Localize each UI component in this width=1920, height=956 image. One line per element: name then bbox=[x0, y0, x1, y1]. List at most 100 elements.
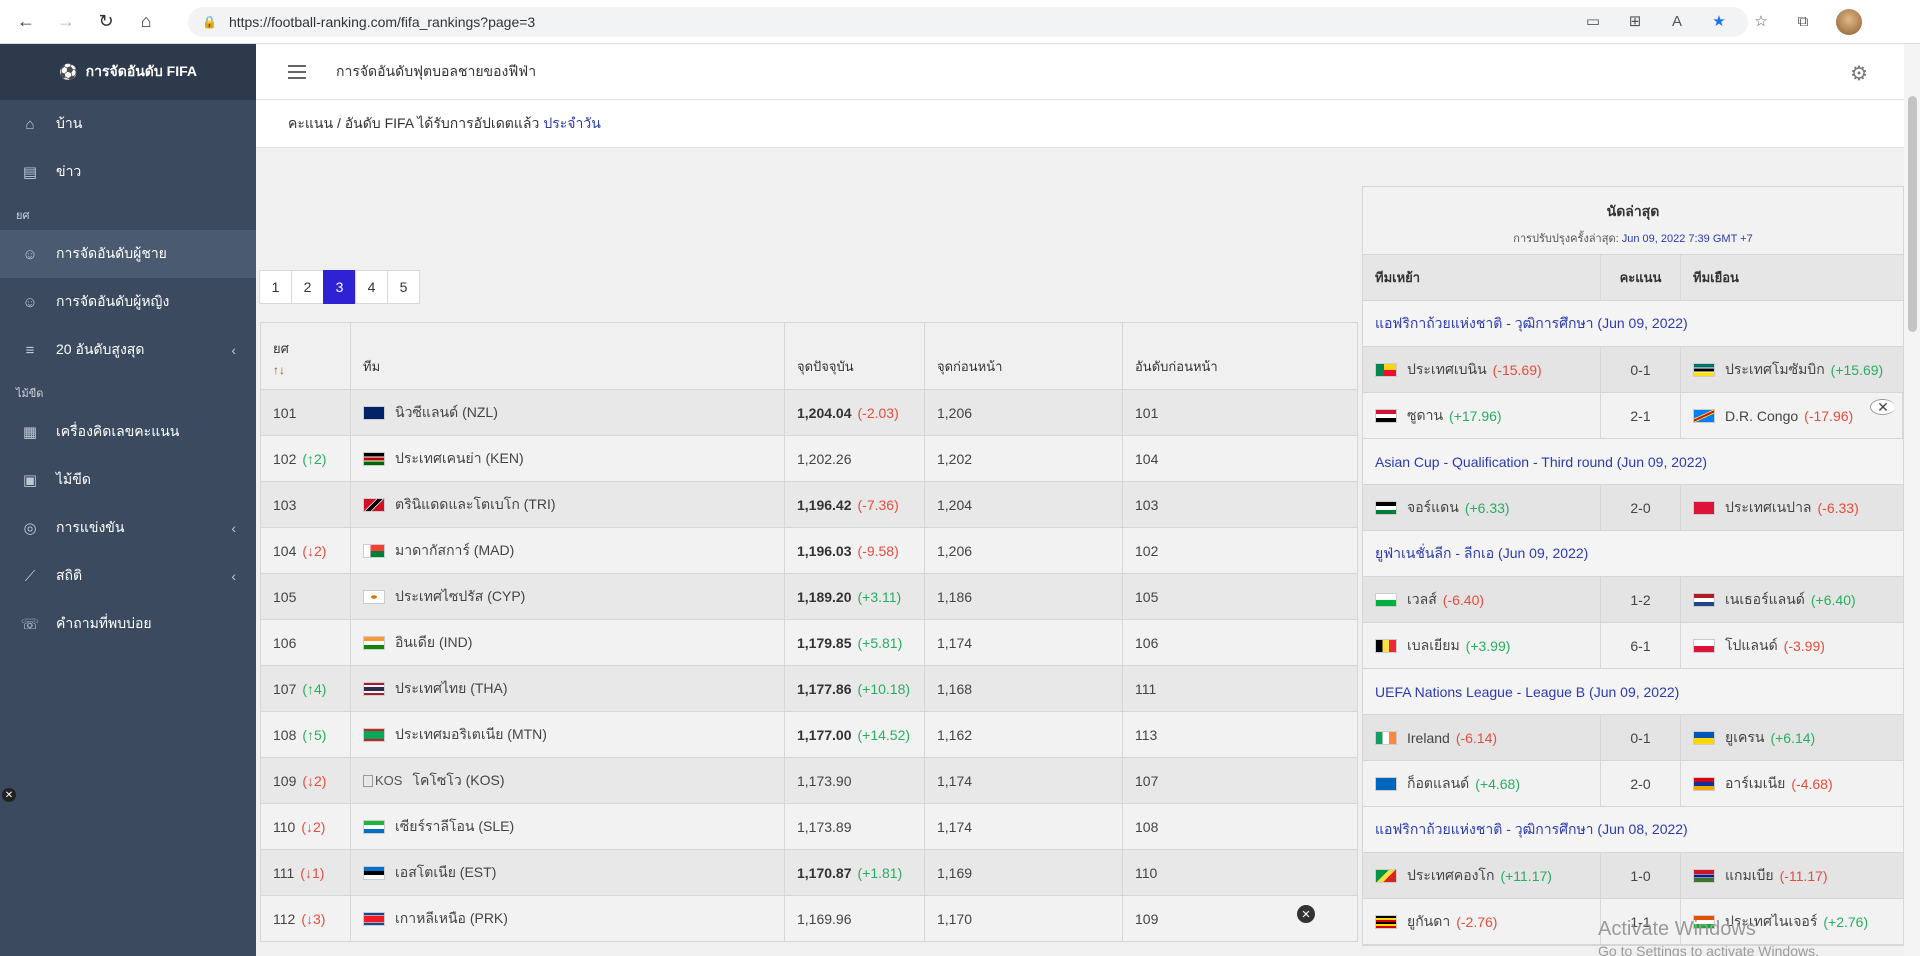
sidebar-item-items_tools-0[interactable]: ▦ เครื่องคิดเลขคะแนน bbox=[0, 408, 256, 456]
table-row[interactable]: 112 (↓3) เกาหลีเหนือ (PRK) 1,169.96 1,170 109 bbox=[260, 896, 1358, 942]
page-button-2[interactable]: 2 bbox=[291, 270, 324, 304]
home-icon[interactable]: ⌂ bbox=[132, 8, 160, 36]
menu-rank: ☺ การจัดอันดับผู้ชาย ☺ การจัดอันดับผู้หญิง ≡… bbox=[0, 230, 256, 374]
hamburger-icon[interactable] bbox=[288, 64, 306, 79]
team-cell[interactable]: มาดากัสการ์ (MAD) bbox=[351, 528, 785, 573]
table-row[interactable]: 109 (↓2) KOS โคโซโว (KOS) 1,173.90 1,174 107 bbox=[260, 758, 1358, 804]
team-cell[interactable]: อินเดีย (IND) bbox=[351, 620, 785, 665]
away-team-cell: ประเทศเนปาล (-6.33) bbox=[1681, 485, 1903, 530]
breadcrumb-highlight[interactable]: ประจำวัน bbox=[543, 113, 600, 135]
table-row[interactable]: 106 อินเดีย (IND) 1,179.85 (+5.81) 1,174 106 bbox=[260, 620, 1358, 666]
apps-icon[interactable]: ⊞ bbox=[1624, 10, 1646, 32]
sidebar-item-items_rank-0[interactable]: ☺ การจัดอันดับผู้ชาย bbox=[0, 230, 256, 278]
user-icon: ☺ bbox=[22, 293, 38, 311]
sidebar-item-items_tools-2[interactable]: ◎ การแข่งขัน ‹ bbox=[0, 504, 256, 552]
cast-icon[interactable]: ▭ bbox=[1582, 10, 1604, 32]
page-button-3[interactable]: 3 bbox=[323, 270, 356, 304]
team-cell[interactable]: เอสโตเนีย (EST) bbox=[351, 850, 785, 895]
close-icon[interactable]: ✕ bbox=[1297, 905, 1315, 923]
table-row[interactable]: 111 (↓1) เอสโตเนีย (EST) 1,170.87 (+1.81) 1,1… bbox=[260, 850, 1358, 896]
match-row[interactable]: ประเทศคองโก (+11.17) 1-0 แกมเบีย (-11.17) bbox=[1363, 853, 1903, 899]
team-cell[interactable]: KOS โคโซโว (KOS) bbox=[351, 758, 785, 803]
table-row[interactable]: 107 (↑4) ประเทศไทย (THA) 1,177.86 (+10.18) 1,… bbox=[260, 666, 1358, 712]
match-row[interactable]: เบลเยียม (+3.99) 6-1 โปแลนด์ (-3.99) bbox=[1363, 623, 1903, 669]
match-row[interactable]: จอร์แดน (+6.33) 2-0 ประเทศเนปาล (-6.33) bbox=[1363, 485, 1903, 531]
sidebar-item-items_rank-1[interactable]: ☺ การจัดอันดับผู้หญิง bbox=[0, 278, 256, 326]
team-cell[interactable]: ประเทศไทย (THA) bbox=[351, 666, 785, 711]
team-cell[interactable]: ประเทศมอริเตเนีย (MTN) bbox=[351, 712, 785, 757]
sidebar-item-items_top-0[interactable]: ⌂ บ้าน bbox=[0, 100, 256, 148]
profile-avatar[interactable] bbox=[1836, 9, 1862, 35]
competition-header[interactable]: ยูฟ่าเนชั่นลีก - ลีกเอ (Jun 09, 2022) bbox=[1363, 531, 1903, 577]
team-cell[interactable]: เซียร์ราลีโอน (SLE) bbox=[351, 804, 785, 849]
competition-header[interactable]: Asian Cup - Qualification - Third round … bbox=[1363, 439, 1903, 485]
away-team-name: แกมเบีย bbox=[1725, 866, 1774, 883]
score-cell: 2-0 bbox=[1601, 761, 1681, 806]
sidebar-item-items_tools-1[interactable]: ▣ ไม้ขีด bbox=[0, 456, 256, 504]
competition-header[interactable]: แอฟริกาถ้วยแห่งชาติ - วุฒิการศึกษา (Jun … bbox=[1363, 807, 1903, 853]
match-row[interactable]: ซูดาน (+17.96) 2-1 D.R. Congo (-17.96) ✕ bbox=[1363, 393, 1903, 439]
page-button-1[interactable]: 1 bbox=[259, 270, 292, 304]
table-row[interactable]: 101 นิวซีแลนด์ (NZL) 1,204.04 (-2.03) 1,206 1… bbox=[260, 390, 1358, 436]
home-team-name: เบลเยียม bbox=[1407, 636, 1460, 653]
page-scrollbar[interactable] bbox=[1904, 44, 1920, 956]
away-points-diff: (-17.96) bbox=[1804, 407, 1854, 424]
chevron-left-icon: ‹ bbox=[231, 568, 236, 584]
uga-flag bbox=[1375, 914, 1397, 929]
match-row[interactable]: เวลส์ (-6.40) 1-2 เนเธอร์แลนด์ (+6.40) bbox=[1363, 577, 1903, 623]
team-cell[interactable]: นิวซีแลนด์ (NZL) bbox=[351, 390, 785, 435]
brand[interactable]: ⚽ การจัดอันดับ FIFA bbox=[0, 44, 256, 100]
star-icon[interactable]: ★ bbox=[1708, 10, 1730, 32]
header-prev-rank: อันดับก่อนหน้า bbox=[1135, 359, 1218, 374]
team-cell[interactable]: ประเทศไซปรัส (CYP) bbox=[351, 574, 785, 619]
back-arrow-icon[interactable]: ← bbox=[12, 8, 40, 36]
match-row[interactable]: Ireland (-6.14) 0-1 ยูเครน (+6.14) bbox=[1363, 715, 1903, 761]
table-row[interactable]: 103 ตรินิแดดและโตเบโก (TRI) 1,196.42 (-7.36… bbox=[260, 482, 1358, 528]
team-cell[interactable]: เกาหลีเหนือ (PRK) bbox=[351, 896, 785, 941]
page-button-4[interactable]: 4 bbox=[355, 270, 388, 304]
pagination: 12345 bbox=[259, 270, 420, 304]
table-row[interactable]: 102 (↑2) ประเทศเคนย่า (KEN) 1,202.26 1,202 10… bbox=[260, 436, 1358, 482]
home-team-name: Ireland bbox=[1407, 729, 1450, 746]
home-team-cell: ประเทศเบนิน (-15.69) bbox=[1363, 347, 1601, 392]
gear-icon[interactable]: ⚙ bbox=[1850, 61, 1868, 86]
favorites-icon[interactable]: ☆ bbox=[1750, 10, 1772, 32]
header-team: ทีม bbox=[351, 323, 785, 389]
sidebar-item-items_tools-3[interactable]: ⟋ สถิติ ‹ bbox=[0, 552, 256, 600]
sort-icon[interactable]: ↑↓ bbox=[273, 363, 338, 377]
competition-header[interactable]: UEFA Nations League - League B (Jun 09, … bbox=[1363, 669, 1903, 715]
score-cell: 0-1 bbox=[1601, 347, 1681, 392]
home-team-cell: เวลส์ (-6.40) bbox=[1363, 577, 1601, 622]
competition-header[interactable]: แอฟริกาถ้วยแห่งชาติ - วุฒิการศึกษา (Jun … bbox=[1363, 301, 1903, 347]
table-row[interactable]: 108 (↑5) ประเทศมอริเตเนีย (MTN) 1,177.00 (+1… bbox=[260, 712, 1358, 758]
team-cell[interactable]: ประเทศเคนย่า (KEN) bbox=[351, 436, 785, 481]
table-row[interactable]: 105 ประเทศไซปรัส (CYP) 1,189.20 (+3.11) 1,18… bbox=[260, 574, 1358, 620]
team-name: อินเดีย (IND) bbox=[395, 633, 473, 650]
forward-arrow-icon[interactable]: → bbox=[52, 8, 80, 36]
calculator-icon: ▦ bbox=[22, 424, 38, 441]
team-cell[interactable]: ตรินิแดดและโตเบโก (TRI) bbox=[351, 482, 785, 527]
points-cell: 1,196.42 (-7.36) bbox=[785, 482, 925, 527]
sidebar-item-items_rank-2[interactable]: ≡ 20 อันดับสูงสุด ‹ bbox=[0, 326, 256, 374]
sidebar-item-items_tools-4[interactable]: ☏ คำถามที่พบบ่อย bbox=[0, 600, 256, 648]
read-aloud-icon[interactable]: A bbox=[1666, 10, 1688, 32]
collections-icon[interactable]: ⧉ bbox=[1792, 10, 1814, 32]
match-row[interactable]: ก็อตแลนด์ (+4.68) 2-0 อาร์เมเนีย (-4.68) bbox=[1363, 761, 1903, 807]
team-name: ประเทศเคนย่า (KEN) bbox=[395, 449, 524, 466]
header-rank[interactable]: ยศ ↑↓ bbox=[261, 323, 351, 389]
page-button-5[interactable]: 5 bbox=[387, 270, 420, 304]
scrollbar-thumb[interactable] bbox=[1908, 96, 1917, 332]
close-icon[interactable]: ✕ bbox=[2, 788, 16, 802]
table-row[interactable]: 104 (↓2) มาดากัสการ์ (MAD) 1,196.03 (-9.58) 1… bbox=[260, 528, 1358, 574]
matches-title-block: นัดล่าสุด การปรับปรุงครั้งล่าสุด: Jun 09… bbox=[1363, 187, 1903, 255]
reload-icon[interactable]: ↻ bbox=[92, 8, 120, 36]
close-icon[interactable]: ✕ bbox=[1870, 399, 1895, 415]
home-team-cell: ยูกันดา (-2.76) bbox=[1363, 899, 1601, 944]
score-cell: 1-0 bbox=[1601, 853, 1681, 898]
sidebar-item-items_top-1[interactable]: ▤ ข่าว bbox=[0, 148, 256, 196]
table-row[interactable]: 110 (↓2) เซียร์ราลีโอน (SLE) 1,173.89 1,174 1… bbox=[260, 804, 1358, 850]
tha-flag bbox=[363, 681, 385, 696]
points-diff: (-7.36) bbox=[857, 496, 899, 513]
match-row[interactable]: ประเทศเบนิน (-15.69) 0-1 ประเทศโมซัมบิก (+15… bbox=[1363, 347, 1903, 393]
address-bar[interactable]: 🔒 https://football-ranking.com/fifa_rank… bbox=[188, 7, 1748, 37]
